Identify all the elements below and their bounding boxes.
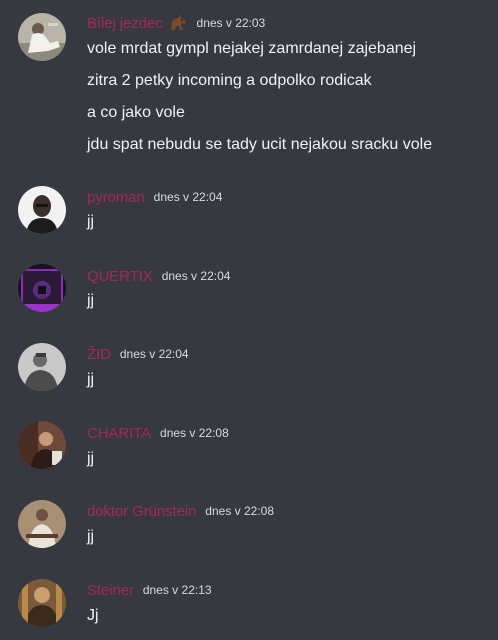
author-name[interactable]: Steiner	[87, 582, 134, 599]
timestamp: dnes v 22:03	[196, 16, 266, 30]
avatar[interactable]	[18, 500, 66, 548]
timestamp: dnes v 22:13	[142, 583, 212, 597]
author-name[interactable]: ŽID	[87, 346, 111, 363]
avatar[interactable]	[18, 421, 66, 469]
author-name[interactable]: doktor Grünstein	[87, 503, 196, 520]
message-text: zitra 2 petky incoming a odpolko rodicak	[87, 72, 372, 89]
author-name[interactable]: QUERTIX	[87, 268, 153, 285]
author-name[interactable]: pyroman	[87, 189, 145, 206]
avatar[interactable]	[18, 264, 66, 312]
horse-emoji-icon	[168, 14, 188, 32]
message-text: jdu spat nebudu se tady ucit nejakou sra…	[87, 136, 433, 153]
avatar[interactable]	[18, 579, 66, 627]
chat-message-list: Bílej jezdec dnes v 22:03 vole mrdat gym…	[0, 0, 498, 640]
timestamp: dnes v 22:04	[161, 269, 231, 283]
avatar[interactable]	[18, 13, 66, 61]
author-name[interactable]: CHARITA	[87, 425, 151, 442]
timestamp: dnes v 22:08	[205, 504, 275, 518]
avatar[interactable]	[18, 186, 66, 234]
message-text: vole mrdat gympl nejakej zamrdanej zajeb…	[87, 40, 417, 57]
message-text: a co jako vole	[87, 104, 185, 121]
author-name[interactable]: Bílej jezdec	[87, 15, 163, 32]
timestamp: dnes v 22:08	[160, 426, 229, 440]
timestamp: dnes v 22:04	[119, 347, 189, 361]
message-text: Jj	[87, 607, 99, 624]
message-text: jj	[87, 213, 95, 230]
message-text: jj	[87, 450, 95, 467]
message-text: jj	[87, 292, 95, 309]
timestamp: dnes v 22:04	[153, 190, 223, 204]
avatar[interactable]	[18, 343, 66, 391]
message-text: jj	[87, 528, 95, 545]
message-text: jj	[87, 371, 95, 388]
